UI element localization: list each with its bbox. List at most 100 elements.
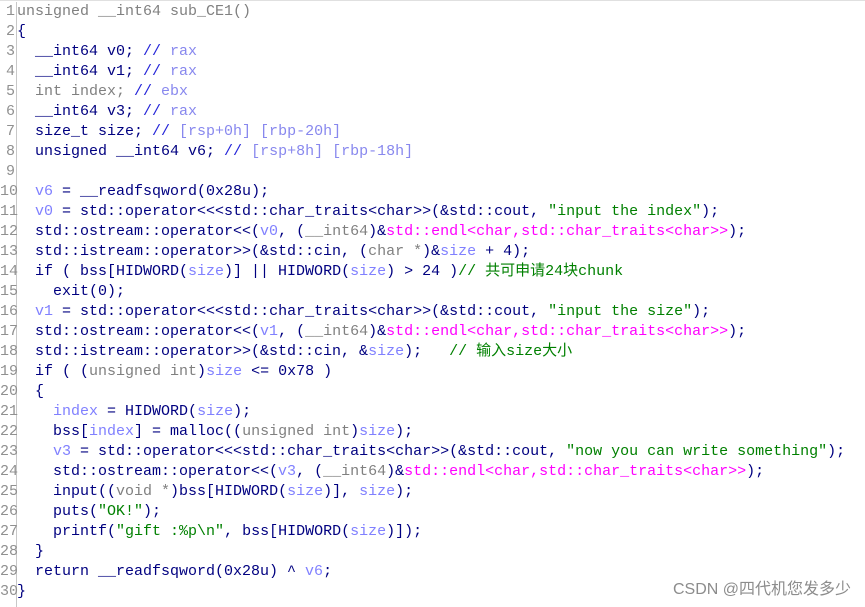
code-token: if ( bss[HIDWORD( [17, 263, 189, 280]
pseudocode-view[interactable]: 1 unsigned __int64 sub_CE1() 2{3 __int64 v… [0, 2, 865, 607]
line-number: 1 [5, 3, 15, 20]
code-token: // [152, 123, 180, 140]
code-text: std::ostream::operator<<(v0, (__int64)&s… [17, 222, 746, 242]
code-text: if ( (unsigned int)size <= 0x78 ) [17, 362, 332, 382]
code-line[interactable]: 14 if ( bss[HIDWORD(size)] || HIDWORD(si… [0, 262, 865, 282]
line-number: 23 [0, 443, 19, 460]
code-token: size [188, 263, 225, 280]
line-number: 19 [0, 363, 19, 380]
code-line[interactable]: 10 v6 = __readfsqword(0x28u); [0, 182, 865, 202]
code-text: __int64 v0; // rax [17, 42, 197, 62]
code-text: unsigned __int64 v6; // [rsp+8h] [rbp-18… [17, 142, 413, 162]
code-line[interactable]: 19 if ( (unsigned int)size <= 0x78 ) [0, 362, 865, 382]
code-token: exit(0); [17, 283, 126, 300]
code-line[interactable]: 2{ [0, 22, 865, 42]
code-token: size [359, 423, 396, 440]
code-token: v6 [305, 563, 324, 580]
code-token: v0 [260, 223, 279, 240]
code-line[interactable]: 27 printf("gift :%p\n", bss[HIDWORD(size… [0, 522, 865, 542]
line-number: 2 [5, 23, 15, 40]
code-text: size_t size; // [rsp+0h] [rbp-20h] [17, 122, 341, 142]
code-line[interactable]: 6 __int64 v3; // rax [0, 102, 865, 122]
code-line[interactable]: 13 std::istream::operator>>(&std::cin, (… [0, 242, 865, 262]
code-token: v3 [278, 463, 297, 480]
line-number: 5 [5, 83, 15, 100]
code-token: return __readfsqword(0x28u) ^ [17, 563, 306, 580]
code-line[interactable]: 15 exit(0); [0, 282, 865, 302]
code-line[interactable]: 12 std::ostream::operator<<(v0, (__int64… [0, 222, 865, 242]
code-token: void * [116, 483, 171, 500]
line-number: 9 [5, 163, 15, 180]
code-token: ); [746, 463, 765, 480]
code-token: v1 [35, 303, 54, 320]
code-token: input(( [17, 483, 117, 500]
line-number: 16 [0, 303, 19, 320]
code-line[interactable]: 8 unsigned __int64 v6; // [rsp+8h] [rbp-… [0, 142, 865, 162]
code-token: std::endl<char,std::char_traits<char>> [404, 463, 747, 480]
code-token: std::istream::operator>>(&std::cin, ( [17, 243, 369, 260]
code-text: if ( bss[HIDWORD(size)] || HIDWORD(size)… [17, 262, 623, 282]
code-token: size [287, 483, 324, 500]
code-token: rax [170, 43, 198, 60]
code-token: + 4); [476, 243, 531, 260]
code-line[interactable]: 9 [0, 162, 865, 182]
code-text: index = HIDWORD(size); [17, 402, 251, 422]
code-line[interactable]: 25 input((void *)bss[HIDWORD(size)], siz… [0, 482, 865, 502]
code-line[interactable]: 16 v1 = std::operator<<<std::char_traits… [0, 302, 865, 322]
code-line[interactable]: 11 v0 = std::operator<<<std::char_traits… [0, 202, 865, 222]
code-line[interactable]: 28 } [0, 542, 865, 562]
code-text: puts("OK!"); [17, 502, 161, 522]
code-token: printf( [17, 523, 117, 540]
code-line[interactable]: 24 std::ostream::operator<<(v3, (__int64… [0, 462, 865, 482]
code-token: size [197, 403, 234, 420]
code-line[interactable]: 17 std::ostream::operator<<(v1, (__int64… [0, 322, 865, 342]
line-number: 3 [5, 43, 15, 60]
code-text: return __readfsqword(0x28u) ^ v6; [17, 562, 332, 582]
code-line[interactable]: 7 size_t size; // [rsp+0h] [rbp-20h] [0, 122, 865, 142]
code-line[interactable]: 22 bss[index] = malloc((unsigned int)siz… [0, 422, 865, 442]
line-number: 28 [0, 543, 19, 560]
line-number: 4 [5, 63, 15, 80]
line-number: 8 [5, 143, 15, 160]
code-line[interactable]: 21 index = HIDWORD(size); [0, 402, 865, 422]
code-token: ); [728, 223, 747, 240]
code-token: bss[ [17, 423, 90, 440]
code-text: exit(0); [17, 282, 125, 302]
code-token: , bss[HIDWORD( [224, 523, 351, 540]
code-text: v3 = std::operator<<<std::char_traits<ch… [17, 442, 845, 462]
code-token: = std::operator<<<std::char_traits<char>… [53, 303, 549, 320]
code-token: std::istream::operator>>(&std::cin, & [17, 343, 369, 360]
code-line[interactable]: 3 __int64 v0; // rax [0, 42, 865, 62]
code-text: } [17, 582, 26, 602]
line-number: 26 [0, 503, 19, 520]
code-token: v6 [35, 183, 54, 200]
code-line[interactable]: 23 v3 = std::operator<<<std::char_traits… [0, 442, 865, 462]
code-text: input((void *)bss[HIDWORD(size)], size); [17, 482, 413, 502]
code-line[interactable]: 5 int index; // ebx [0, 82, 865, 102]
code-line[interactable]: 18 std::istream::operator>>(&std::cin, &… [0, 342, 865, 362]
code-token: ; [323, 563, 333, 580]
code-line[interactable]: 1 unsigned __int64 sub_CE1() [0, 2, 865, 22]
code-token: = HIDWORD( [98, 403, 198, 420]
code-token: ); [395, 483, 414, 500]
code-token: unsigned __int64 v6; [17, 143, 225, 160]
code-line[interactable]: 4 __int64 v1; // rax [0, 62, 865, 82]
code-lines: 1 unsigned __int64 sub_CE1() 2{3 __int64 v… [0, 2, 865, 602]
code-text: } [17, 542, 44, 562]
line-number: 21 [0, 403, 19, 420]
code-line[interactable]: 20 { [0, 382, 865, 402]
line-number: 12 [0, 223, 19, 240]
line-number: 18 [0, 343, 19, 360]
line-number: 29 [0, 563, 19, 580]
code-token: char * [368, 243, 423, 260]
code-line[interactable]: 26 puts("OK!"); [0, 502, 865, 522]
code-token: ebx [161, 83, 189, 100]
code-token: __int64 [305, 323, 369, 340]
code-token: index [53, 403, 99, 420]
line-number: 22 [0, 423, 19, 440]
code-text: v6 = __readfsqword(0x28u); [17, 182, 269, 202]
code-token: , ( [278, 323, 306, 340]
